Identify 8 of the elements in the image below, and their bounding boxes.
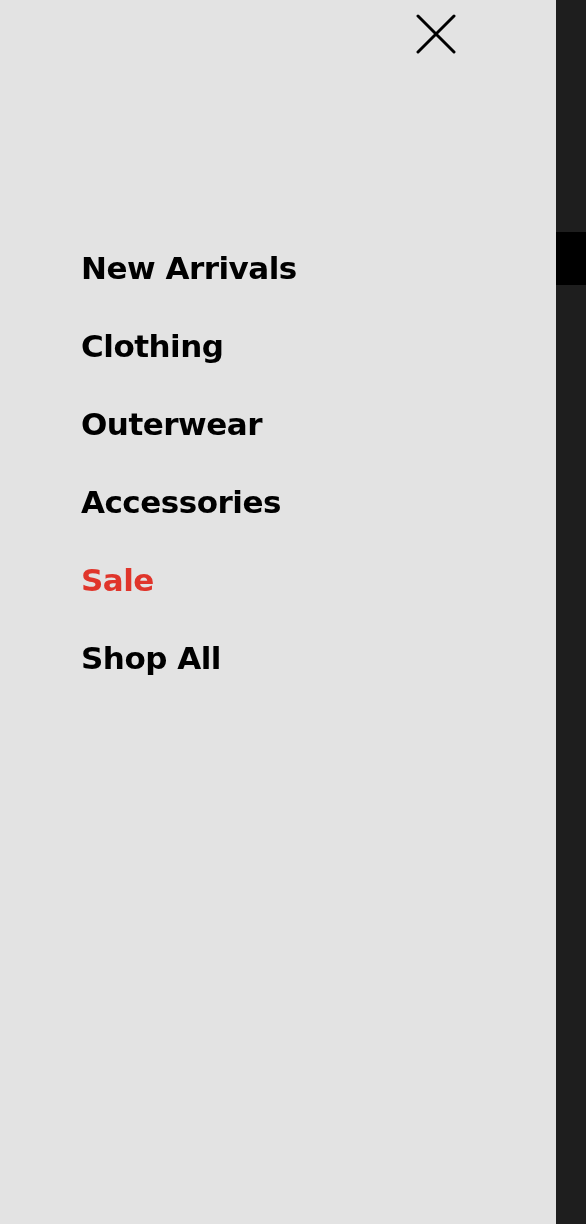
close-icon bbox=[416, 14, 456, 54]
menu-link[interactable]: Accessories bbox=[81, 478, 281, 526]
close-button[interactable] bbox=[414, 12, 458, 56]
menu-link[interactable]: Clothing bbox=[81, 322, 224, 370]
menu-link[interactable]: New Arrivals bbox=[81, 244, 297, 292]
banner-strip bbox=[556, 232, 586, 285]
menu-link[interactable]: Shop All bbox=[81, 634, 221, 682]
menu-link[interactable]: Outerwear bbox=[81, 400, 262, 448]
